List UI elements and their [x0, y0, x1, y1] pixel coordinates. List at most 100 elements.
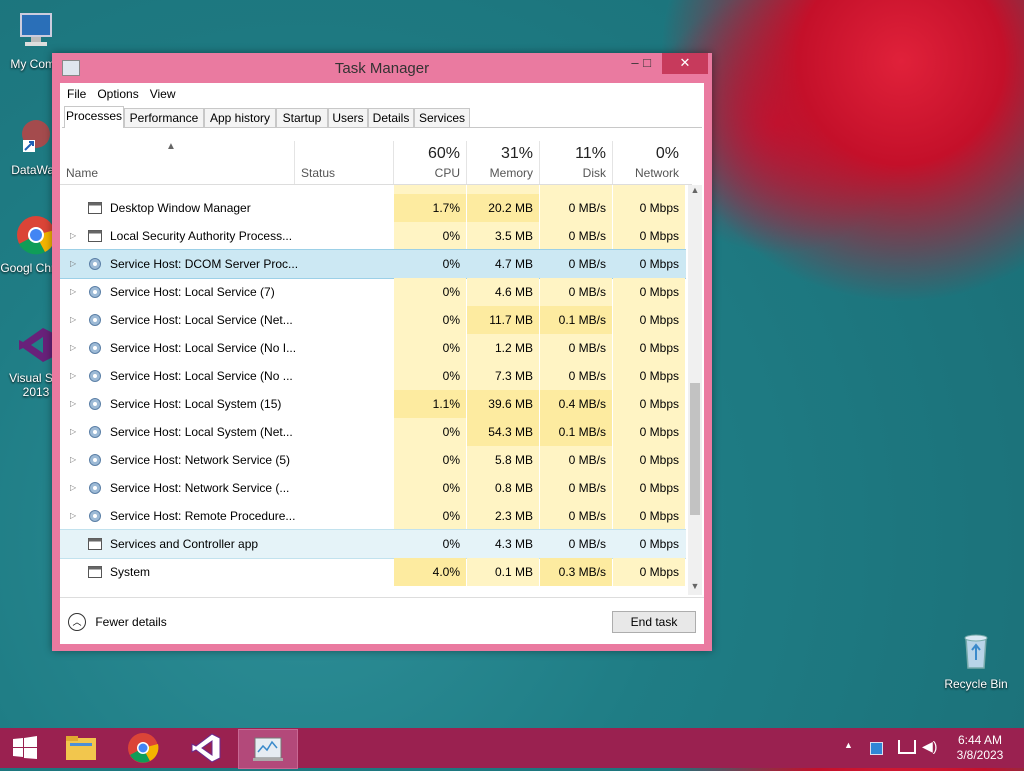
start-button[interactable] [2, 729, 48, 767]
column-header-disk[interactable]: 11% Disk [540, 141, 613, 184]
scroll-up-icon[interactable]: ▲ [688, 185, 702, 199]
folder-icon [66, 736, 96, 760]
window-title: Task Manager [334, 60, 430, 77]
scroll-thumb[interactable] [690, 383, 700, 515]
column-header-status[interactable]: Status [295, 141, 394, 184]
tab-processes[interactable]: Processes [64, 106, 124, 128]
table-row[interactable]: Services and Controller app 0% 4.3 MB 0 MB/… [60, 529, 686, 559]
process-network: 0 Mbps [613, 474, 685, 502]
table-row[interactable] [60, 185, 686, 194]
window-icon [88, 201, 102, 215]
maximize-button[interactable]: □ [634, 53, 660, 74]
expand-arrow-icon[interactable]: ▷ [70, 474, 76, 502]
process-disk: 0.3 MB/s [540, 558, 612, 586]
gear-icon [88, 257, 102, 271]
process-memory: 2.3 MB [467, 502, 539, 530]
tab-users[interactable]: Users [328, 108, 368, 127]
expand-arrow-icon[interactable]: ▷ [70, 418, 76, 446]
table-row[interactable]: System 4.0% 0.1 MB 0.3 MB/s 0 Mbps [60, 558, 686, 586]
process-name: Services and Controller app [110, 537, 259, 551]
close-button[interactable]: ✕ [662, 53, 708, 74]
memory-percent: 31% [500, 145, 533, 162]
gear-icon [88, 425, 102, 439]
column-header: ▲ Name Status 60% CPU 31% Memory 11% Dis… [60, 141, 692, 185]
table-row[interactable]: ▷ Service Host: Network Service (... 0% 0.8… [60, 474, 686, 502]
expand-arrow-icon[interactable]: ▷ [70, 334, 76, 362]
table-row[interactable]: ▷ Service Host: Local Service (No ... 0% 7.… [60, 362, 686, 390]
process-memory: 11.7 MB [467, 306, 539, 334]
memory-label: Memory [489, 166, 533, 180]
process-name: Service Host: Local Service (No I... [110, 341, 297, 355]
column-header-cpu[interactable]: 60% CPU [394, 141, 467, 184]
tab-details[interactable]: Details [368, 108, 414, 127]
process-network: 0 Mbps [613, 558, 685, 586]
window-icon [88, 229, 102, 243]
table-row[interactable]: ▷ Service Host: DCOM Server Proc... 0% 4.7 … [60, 249, 686, 279]
table-row[interactable]: ▷ Service Host: Local Service (Net... 0% 11… [60, 306, 686, 334]
process-cpu: 0% [394, 446, 466, 474]
datawag-icon [22, 120, 50, 152]
expand-arrow-icon[interactable]: ▷ [70, 362, 76, 390]
process-cpu: 0% [394, 222, 466, 250]
menu-file[interactable]: File [63, 83, 90, 105]
table-row[interactable]: ▷ Service Host: Network Service (5) 0% 5.8 … [60, 446, 686, 474]
column-header-name[interactable]: ▲ Name [60, 141, 295, 184]
table-row[interactable]: ▷ Local Security Authority Process... 0% 3.… [60, 222, 686, 250]
expand-arrow-icon[interactable]: ▷ [70, 222, 76, 250]
tab-performance[interactable]: Performance [124, 108, 204, 127]
task-manager-window: Task Manager – □ ✕ File Options View Proce… [52, 53, 712, 651]
table-row[interactable]: ▷ Service Host: Local Service (7) 0% 4.6 MB… [60, 278, 686, 306]
gear-icon [88, 509, 102, 523]
process-network: 0 Mbps [613, 334, 685, 362]
table-row[interactable]: ▷ Service Host: Local Service (No I... 0% 1… [60, 334, 686, 362]
gear-icon [88, 397, 102, 411]
table-row[interactable]: Desktop Window Manager 1.7% 20.2 MB 0 MB/s 0… [60, 194, 686, 222]
desktop-icon-recycle-bin[interactable]: Recycle Bin [940, 630, 1012, 691]
expand-arrow-icon[interactable]: ▷ [70, 390, 76, 418]
windows-logo-icon [13, 736, 37, 759]
column-status-label: Status [301, 166, 336, 180]
heat-cell [540, 185, 612, 194]
expand-arrow-icon[interactable]: ▷ [70, 502, 76, 530]
tray-app-icon[interactable] [870, 742, 883, 755]
disk-percent: 11% [575, 145, 606, 162]
table-row[interactable]: ▷ Service Host: Remote Procedure... 0% 2.3 … [60, 502, 686, 530]
expand-arrow-icon[interactable]: ▷ [70, 306, 76, 334]
menu-options[interactable]: Options [93, 83, 142, 105]
process-cpu: 4.0% [394, 558, 466, 586]
process-memory: 7.3 MB [467, 362, 539, 390]
taskbar-file-explorer[interactable] [58, 729, 104, 767]
column-header-network[interactable]: 0% Network [613, 141, 685, 184]
table-row[interactable]: ▷ Service Host: Local System (Net... 0% 54.… [60, 418, 686, 446]
clock[interactable]: 6:44 AM 3/8/2023 [950, 733, 1010, 763]
vertical-scrollbar[interactable]: ▲ ▼ [688, 185, 702, 595]
heat-cell [394, 185, 466, 194]
volume-icon[interactable]: ◀) [922, 738, 937, 755]
title-bar[interactable]: Task Manager – □ ✕ [52, 53, 712, 83]
task-manager-icon [253, 737, 283, 761]
tab-startup[interactable]: Startup [276, 108, 328, 127]
tab-app-history[interactable]: App history [204, 108, 276, 127]
fewer-details-button[interactable]: ︿ Fewer details [68, 610, 167, 632]
scroll-down-icon[interactable]: ▼ [688, 581, 702, 595]
chrome-icon [17, 216, 56, 255]
expand-arrow-icon[interactable]: ▷ [70, 278, 76, 306]
menu-view[interactable]: View [146, 83, 180, 105]
end-task-button[interactable]: End task [612, 611, 696, 633]
process-memory: 5.8 MB [467, 446, 539, 474]
expand-arrow-icon[interactable]: ▷ [70, 446, 76, 474]
table-row[interactable]: ▷ Service Host: Local System (15) 1.1% 39.6… [60, 390, 686, 418]
taskbar-chrome[interactable] [120, 729, 166, 767]
process-disk: 0 MB/s [540, 502, 612, 530]
process-cpu: 0% [394, 334, 466, 362]
process-disk: 0 MB/s [540, 278, 612, 306]
process-memory: 20.2 MB [467, 194, 539, 222]
tab-services[interactable]: Services [414, 108, 470, 127]
expand-arrow-icon[interactable]: ▷ [70, 250, 76, 278]
taskbar-task-manager[interactable] [238, 729, 298, 769]
column-header-memory[interactable]: 31% Memory [467, 141, 540, 184]
network-icon[interactable] [898, 740, 916, 754]
taskbar-visual-studio[interactable] [182, 729, 228, 767]
show-hidden-icons-icon[interactable]: ▲ [844, 740, 853, 750]
visual-studio-icon [19, 328, 53, 362]
